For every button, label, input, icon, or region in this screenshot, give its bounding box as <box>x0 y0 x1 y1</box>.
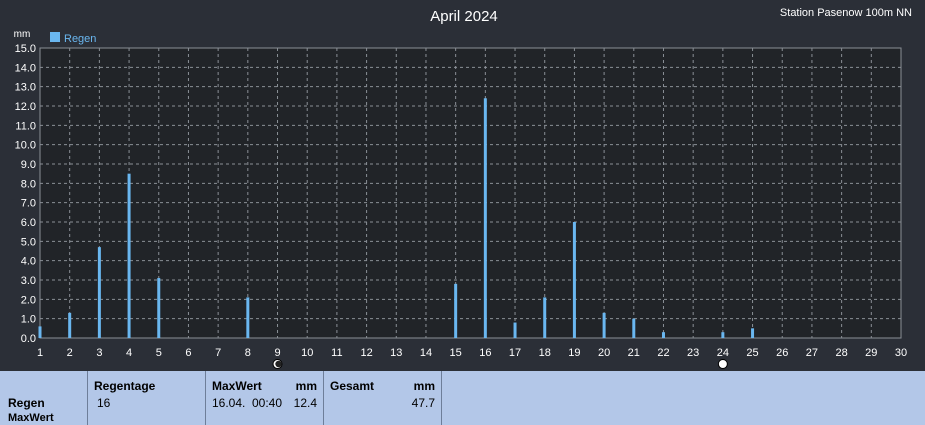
x-tick-label: 23 <box>687 347 699 359</box>
maxwert-unit: mm <box>295 379 317 393</box>
x-tick-label: 22 <box>657 347 669 359</box>
legend-label-regen: Regen <box>64 33 96 45</box>
y-tick-label: 7.0 <box>21 198 36 210</box>
gesamt-label: Gesamt <box>330 379 375 393</box>
summary-row-header: Regen MaxWert <box>0 371 88 425</box>
x-tick-label: 29 <box>865 347 877 359</box>
y-tick-label: 15.0 <box>15 43 36 55</box>
y-tick-label: 11.0 <box>15 120 36 132</box>
x-tick-label: 7 <box>215 347 221 359</box>
x-tick-label: 14 <box>420 347 432 359</box>
summary-panel: Regen MaxWert Regentage 16 MaxWert mm 16… <box>0 371 925 425</box>
x-tick-label: 6 <box>185 347 191 359</box>
x-tick-label: 16 <box>479 347 491 359</box>
maxwert-date: 16.04. <box>212 396 246 410</box>
y-tick-label: 4.0 <box>21 256 36 268</box>
legend-swatch <box>50 32 60 42</box>
bar-day-16 <box>483 98 487 339</box>
y-tick-label: 2.0 <box>21 294 36 306</box>
summary-regentage: Regentage 16 <box>88 371 206 425</box>
y-tick-label: 8.0 <box>21 178 36 190</box>
x-axis: 1 2 3 4 5 6 7 8 9 10 11 12 13 14 15 16 17 18 19 20 21 22 23 24 2… <box>37 347 907 359</box>
y-tick-label: 0.0 <box>21 333 36 345</box>
bar-day-15 <box>454 283 458 338</box>
x-tick-label: 20 <box>598 347 610 359</box>
x-tick-label: 3 <box>96 347 102 359</box>
y-tick-label: 9.0 <box>21 159 36 171</box>
y-tick-label: 1.0 <box>21 314 36 326</box>
maxwert-time: 00:40 <box>252 396 283 410</box>
x-tick-label: 30 <box>895 347 907 359</box>
x-tick-label: 19 <box>568 347 580 359</box>
bar-day-24 <box>721 332 725 338</box>
bar-day-4 <box>127 173 131 338</box>
y-tick-label: 3.0 <box>21 275 36 287</box>
plot-area <box>39 47 902 339</box>
full-moon-icon <box>717 359 728 369</box>
x-tick-label: 27 <box>806 347 818 359</box>
summary-row-label: Regen <box>8 396 45 410</box>
x-tick-label: 9 <box>274 347 280 359</box>
bar-day-19 <box>572 222 576 338</box>
y-tick-label: 10.0 <box>15 140 36 152</box>
x-tick-label: 8 <box>245 347 251 359</box>
x-tick-label: 12 <box>360 347 372 359</box>
bar-day-2 <box>68 312 72 338</box>
chart-title: April 2024 <box>430 8 498 25</box>
gesamt-value: 47.7 <box>411 396 435 410</box>
x-tick-label: 15 <box>450 347 462 359</box>
regentage-label: Regentage <box>94 379 156 393</box>
x-tick-label: 24 <box>717 347 729 359</box>
bar-day-1 <box>38 326 42 338</box>
x-tick-label: 5 <box>156 347 162 359</box>
summary-row-sublabel: MaxWert <box>8 412 54 424</box>
bar-day-18 <box>543 297 547 338</box>
bar-day-8 <box>246 297 250 338</box>
x-tick-label: 25 <box>746 347 758 359</box>
x-tick-label: 10 <box>301 347 313 359</box>
x-tick-label: 2 <box>67 347 73 359</box>
x-tick-label: 17 <box>509 347 521 359</box>
y-tick-label: 5.0 <box>21 236 36 248</box>
y-axis-unit: mm <box>14 29 31 40</box>
station-label: Station Pasenow 100m NN <box>780 7 912 19</box>
bar-day-21 <box>632 318 636 338</box>
x-tick-label: 13 <box>390 347 402 359</box>
regentage-value: 16 <box>97 396 111 410</box>
bar-day-25 <box>751 328 755 338</box>
summary-gesamt: Gesamt mm 47.7 <box>324 371 442 425</box>
x-tick-label: 28 <box>835 347 847 359</box>
maxwert-label: MaxWert <box>212 379 262 393</box>
x-tick-label: 11 <box>331 347 342 359</box>
bar-day-5 <box>157 278 161 338</box>
y-axis: 0.0 1.0 2.0 3.0 4.0 5.0 6.0 7.0 8.0 9.0 10.0 11.0 12… <box>15 43 36 345</box>
bar-day-22 <box>661 332 665 338</box>
gesamt-unit: mm <box>413 379 435 393</box>
bar-day-20 <box>602 312 606 338</box>
y-tick-label: 14.0 <box>15 62 36 74</box>
bar-day-17 <box>513 322 517 338</box>
x-tick-label: 4 <box>126 347 132 359</box>
y-tick-label: 12.0 <box>15 101 36 113</box>
y-tick-label: 6.0 <box>21 217 36 229</box>
summary-maxwert: MaxWert mm 16.04. 00:40 12.4 <box>206 371 324 425</box>
y-tick-label: 13.0 <box>15 82 36 94</box>
new-moon-icon <box>272 359 283 369</box>
x-tick-label: 18 <box>539 347 551 359</box>
moon-phases <box>272 359 728 369</box>
maxwert-value: 12.4 <box>293 396 317 410</box>
rain-chart: April 2024 Station Pasenow 100m NN mm Re… <box>14 7 912 369</box>
x-tick-label: 26 <box>776 347 788 359</box>
x-tick-label: 21 <box>628 347 640 359</box>
x-tick-label: 1 <box>37 347 43 359</box>
bar-day-3 <box>97 247 101 338</box>
